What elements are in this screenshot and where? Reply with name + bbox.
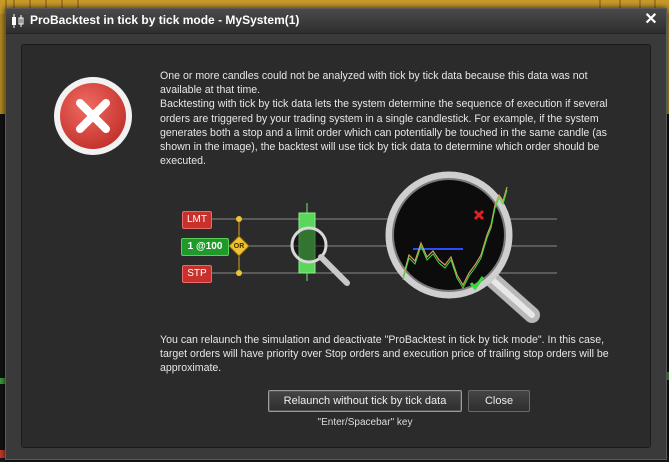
or-label: OR: [233, 243, 245, 250]
candlestick-app-icon: [12, 14, 24, 28]
intro-text: One or more candles could not be analyze…: [160, 70, 588, 97]
relaunch-button[interactable]: Relaunch without tick by tick data: [268, 390, 462, 412]
small-magnifier-icon: [290, 226, 350, 286]
magnifier-icon: [385, 171, 540, 323]
entry-label: 1 @100: [181, 238, 229, 256]
backtest-dialog: ProBacktest in tick by tick mode - MySys…: [5, 8, 667, 460]
dialog-title: ProBacktest in tick by tick mode - MySys…: [30, 13, 300, 27]
message-text: One or more candles could not be analyze…: [160, 69, 630, 168]
content-panel: One or more candles could not be analyze…: [21, 44, 651, 448]
close-button[interactable]: Close: [468, 390, 530, 412]
relaunch-info-text: You can relaunch the simulation and deac…: [160, 334, 609, 375]
title-bar[interactable]: ProBacktest in tick by tick mode - MySys…: [6, 9, 666, 34]
error-x-icon: [54, 77, 132, 155]
explanation-text: Backtesting with tick by tick data lets …: [160, 98, 608, 168]
lmt-label: LMT: [182, 211, 212, 229]
keyboard-hint: "Enter/Spacebar" key: [317, 417, 413, 428]
stp-label: STP: [182, 265, 212, 283]
tick-by-tick-illustration: LMT 1 @100 STP OR: [157, 165, 567, 325]
close-icon[interactable]: ✕: [642, 11, 660, 29]
